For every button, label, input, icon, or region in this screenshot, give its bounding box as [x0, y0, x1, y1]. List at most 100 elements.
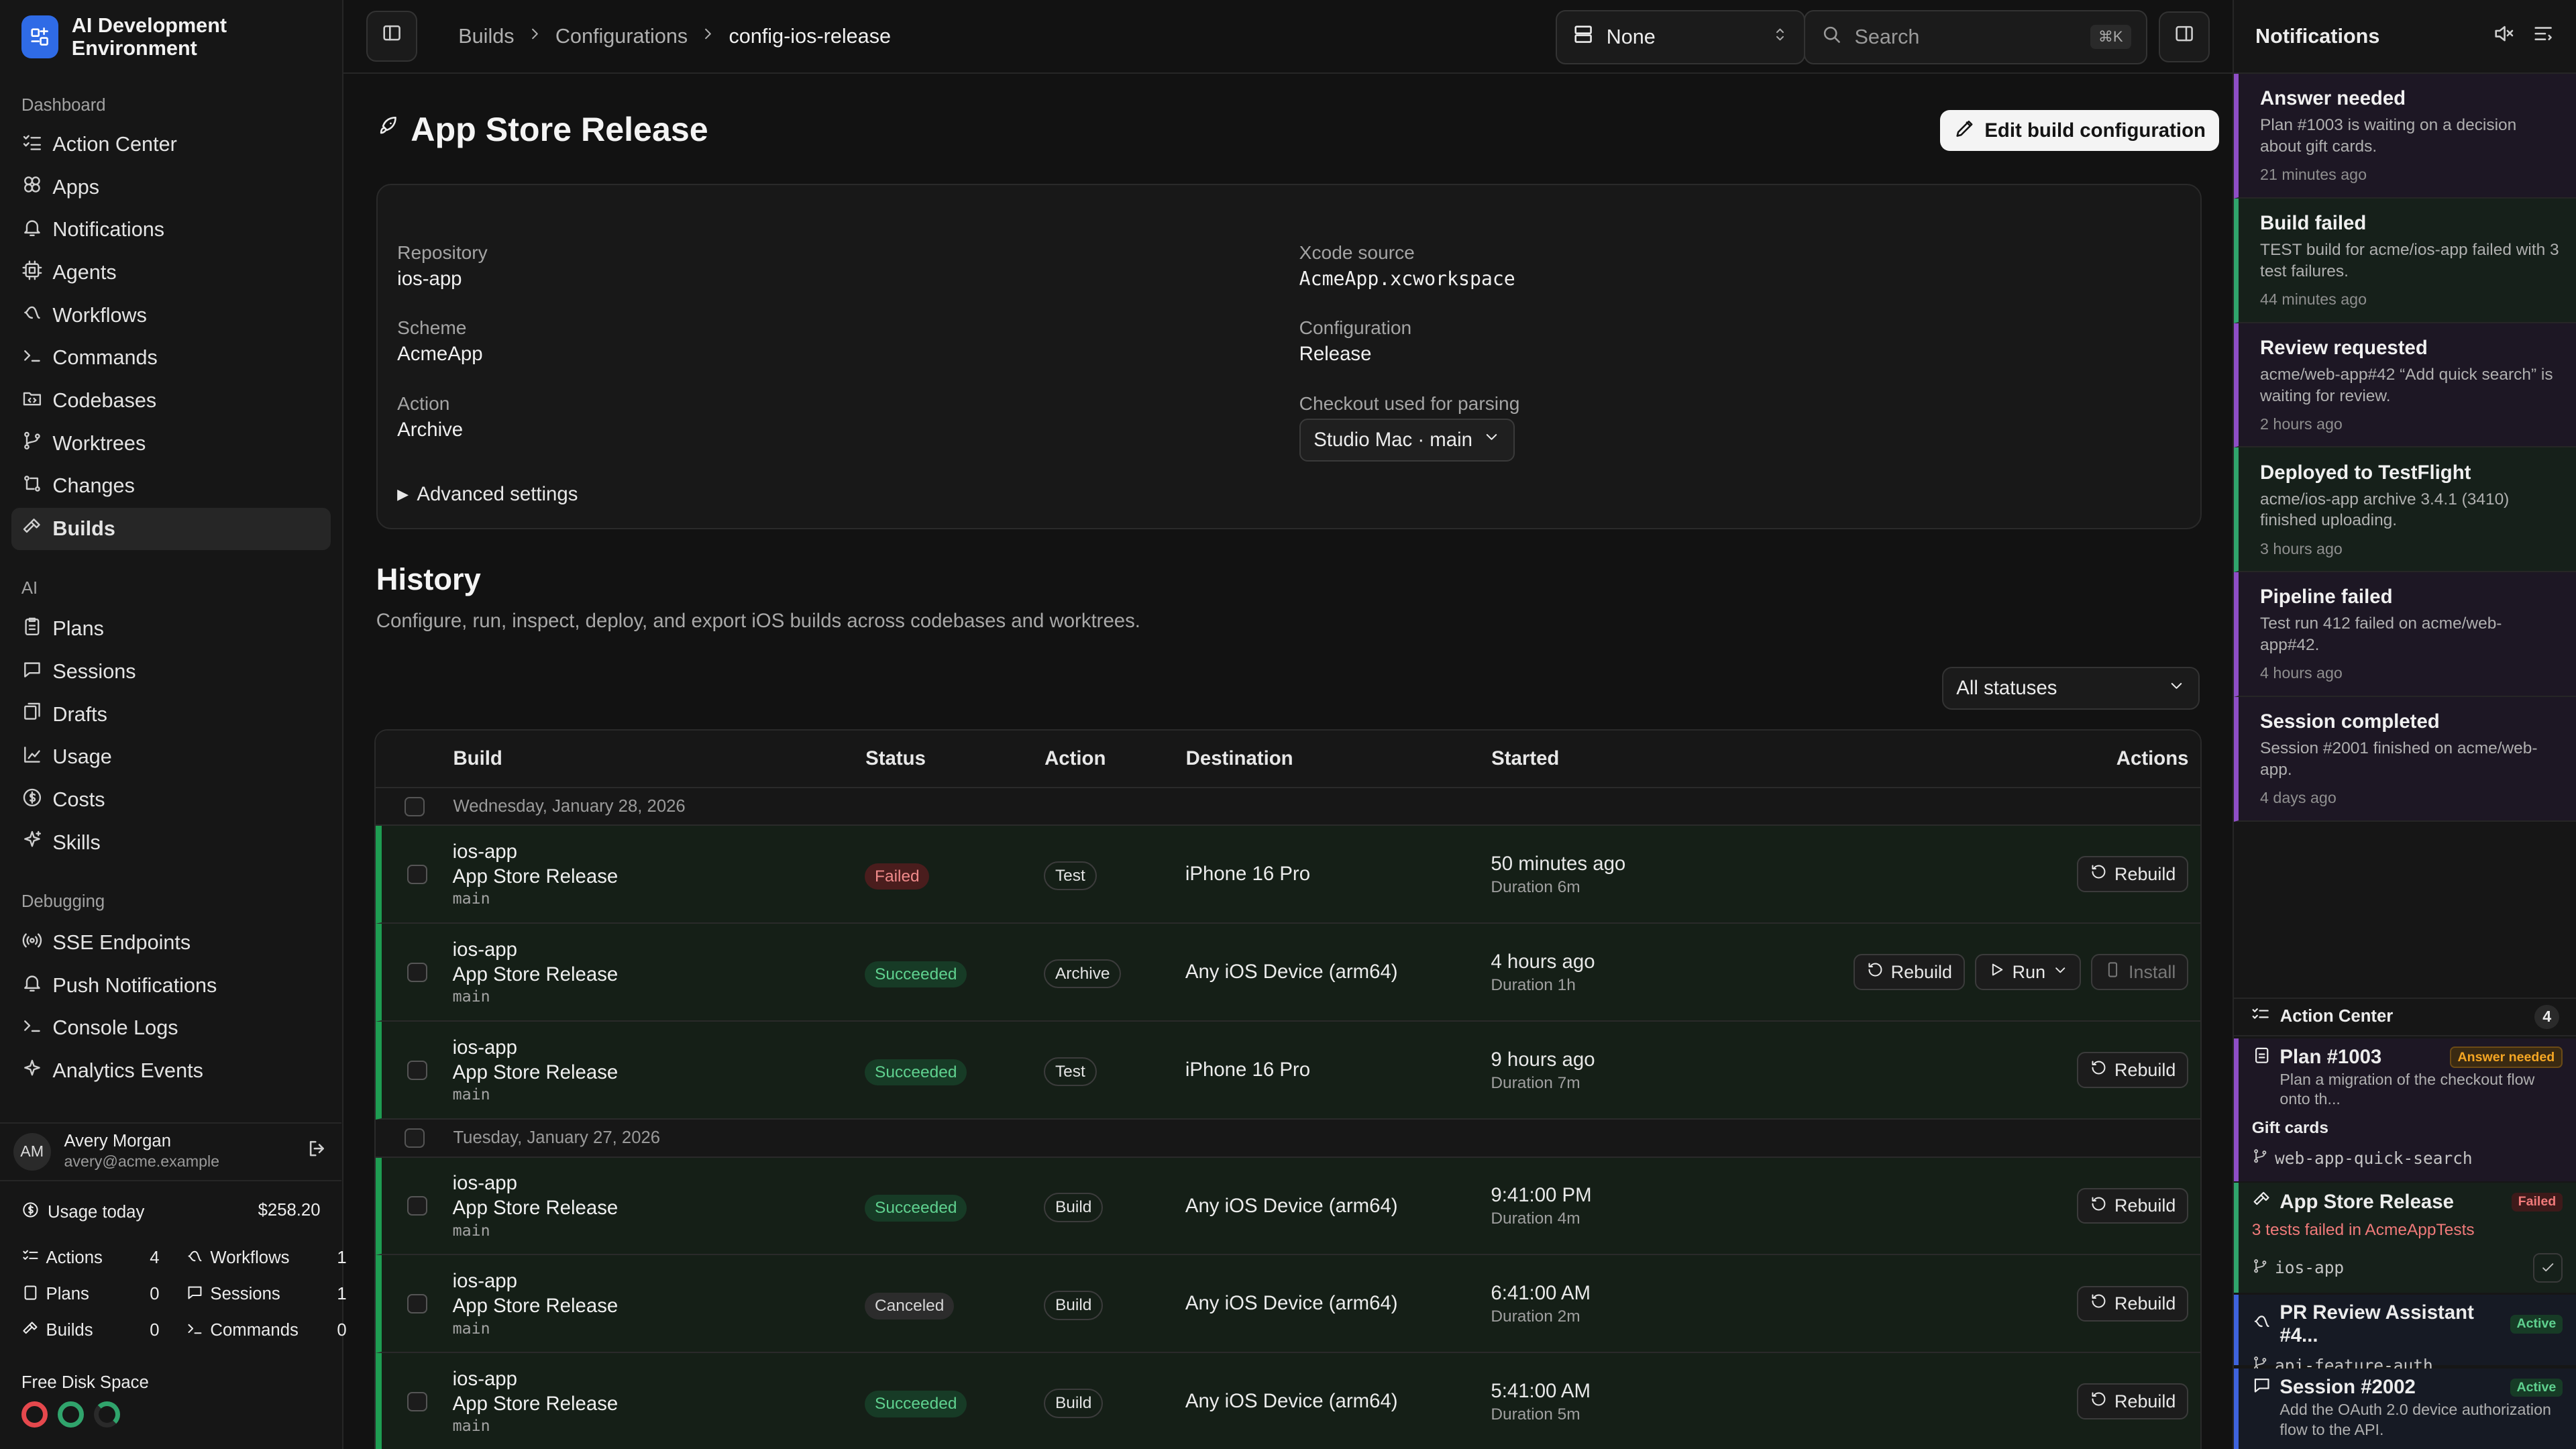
- notification-title: Answer needed: [2260, 87, 2406, 110]
- stat-label: Workflows: [210, 1248, 290, 1268]
- row-checkbox[interactable]: [407, 1060, 427, 1080]
- stat-value: 0: [150, 1321, 160, 1340]
- col-destination[interactable]: Destination: [1186, 747, 1492, 770]
- group-checkbox-cell: [376, 1128, 453, 1148]
- mute-icon[interactable]: [2492, 22, 2515, 50]
- row-checkbox-cell: [382, 1060, 452, 1080]
- group-checkbox[interactable]: [405, 1128, 425, 1148]
- rebuild-button[interactable]: Rebuild: [2077, 1187, 2189, 1224]
- run-button[interactable]: Run: [1974, 954, 2082, 991]
- sidebar-item-drafts[interactable]: Drafts: [11, 693, 331, 736]
- sidebar-item-workflows[interactable]: Workflows: [11, 294, 331, 337]
- row-checkbox[interactable]: [407, 1293, 427, 1314]
- sidebar-item-builds[interactable]: Builds: [11, 507, 331, 551]
- sidebar-item-changes[interactable]: Changes: [11, 465, 331, 508]
- usage-stats: Actions 4 Workflows 1 Plans 0 Sessions 1 Bui…: [21, 1245, 347, 1344]
- topbar: Builds Configurations config-ios-release…: [343, 0, 2233, 74]
- brand[interactable]: AI Development Environment: [0, 0, 342, 74]
- advanced-settings-toggle[interactable]: ▶ Advanced settings: [397, 483, 578, 506]
- rebuild-button[interactable]: Rebuild: [2077, 856, 2189, 893]
- disk-ring: [21, 1401, 48, 1428]
- row-checkbox[interactable]: [407, 864, 427, 885]
- table-row[interactable]: ios-app App Store Release main Succeeded…: [376, 1353, 2200, 1449]
- col-action[interactable]: Action: [1044, 747, 1186, 770]
- sidebar-item-codebases[interactable]: Codebases: [11, 380, 331, 423]
- table-row[interactable]: ios-app App Store Release main Succeeded…: [376, 1022, 2200, 1120]
- pencil-icon: [1953, 117, 1976, 145]
- table-row[interactable]: ios-app App Store Release main Succeeded…: [376, 1157, 2200, 1256]
- table-row[interactable]: ios-app App Store Release main Failed Te…: [376, 826, 2200, 924]
- col-started[interactable]: Started: [1491, 747, 1820, 770]
- check-icon[interactable]: [2532, 1252, 2563, 1283]
- sidebar-item-apps[interactable]: Apps: [11, 166, 331, 209]
- rebuild-button[interactable]: Rebuild: [2077, 1052, 2189, 1089]
- action-item-pr-review[interactable]: PR Review Assistant #4... Active api-fea…: [2234, 1294, 2576, 1375]
- chart-icon: [21, 744, 43, 771]
- sidebar-item-sse-endpoints[interactable]: SSE Endpoints: [11, 922, 331, 965]
- sidebar-item-analytics-events[interactable]: Analytics Events: [11, 1050, 331, 1093]
- action-item-build[interactable]: App Store Release Failed 3 tests failed …: [2234, 1183, 2576, 1293]
- row-checkbox[interactable]: [407, 1195, 427, 1216]
- edit-build-configuration-button[interactable]: Edit build configuration: [1940, 110, 2219, 152]
- sidebar-item-usage[interactable]: Usage: [11, 736, 331, 779]
- sidebar-item-notifications[interactable]: Notifications: [11, 209, 331, 252]
- action-center-header[interactable]: Action Center 4: [2234, 997, 2576, 1037]
- sidebar-item-sessions[interactable]: Sessions: [11, 651, 331, 694]
- sidebar-item-agents[interactable]: Agents: [11, 252, 331, 294]
- history-subtitle: Configure, run, inspect, deploy, and exp…: [376, 609, 1140, 632]
- group-checkbox[interactable]: [405, 796, 425, 816]
- workspace-selector[interactable]: None: [1556, 9, 1806, 64]
- notification-desc: acme/web-app#42 “Add quick search” is wa…: [2260, 365, 2553, 405]
- sidebar-item-action-center[interactable]: Action Center: [11, 123, 331, 166]
- notification-item[interactable]: Review requested acme/web-app#42 “Add qu…: [2234, 323, 2576, 448]
- rebuild-button[interactable]: Rebuild: [2077, 1383, 2189, 1420]
- status-filter-dropdown[interactable]: All statuses: [1941, 667, 2200, 710]
- rebuild-button[interactable]: Rebuild: [1853, 954, 1966, 991]
- install-button[interactable]: Install: [2091, 954, 2189, 991]
- table-row[interactable]: ios-app App Store Release main Succeeded…: [376, 924, 2200, 1022]
- actions-cell: Rebuild: [1819, 1383, 2200, 1420]
- button-label: Rebuild: [2114, 1391, 2176, 1411]
- breadcrumb-builds[interactable]: Builds: [458, 25, 514, 48]
- sidebar-item-plans[interactable]: Plans: [11, 608, 331, 651]
- sidebar-item-worktrees[interactable]: Worktrees: [11, 422, 331, 465]
- disk-ring: [93, 1401, 120, 1428]
- user-profile[interactable]: AM Avery Morgan avery@acme.example: [0, 1122, 342, 1181]
- logout-icon[interactable]: [306, 1137, 329, 1167]
- build-cell: ios-app App Store Release main: [453, 1269, 865, 1338]
- list-settings-icon[interactable]: [2532, 22, 2555, 50]
- notification-item[interactable]: Build failed TEST build for acme/ios-app…: [2234, 198, 2576, 323]
- notification-item[interactable]: Session completed Session #2001 finished…: [2234, 696, 2576, 822]
- sidebar-item-commands[interactable]: Commands: [11, 337, 331, 380]
- build-name[interactable]: App Store Release: [453, 1294, 865, 1319]
- sidebar-item-skills[interactable]: Skills: [11, 821, 331, 864]
- table-row[interactable]: ios-app App Store Release main Canceled …: [376, 1255, 2200, 1354]
- sidebar-item-console-logs[interactable]: Console Logs: [11, 1007, 331, 1050]
- action-item-session[interactable]: Session #2002 Active Add the OAuth 2.0 d…: [2234, 1368, 2576, 1449]
- rebuild-button[interactable]: Rebuild: [2077, 1285, 2189, 1322]
- col-status[interactable]: Status: [865, 747, 1044, 770]
- sidebar-item-push-notifications[interactable]: Push Notifications: [11, 964, 331, 1007]
- build-name[interactable]: App Store Release: [453, 1392, 865, 1417]
- toggle-sidebar-button[interactable]: [366, 11, 418, 62]
- sidebar-item-costs[interactable]: Costs: [11, 779, 331, 822]
- col-build[interactable]: Build: [453, 747, 865, 770]
- build-name[interactable]: App Store Release: [453, 1061, 865, 1085]
- sidebar-item-label: Worktrees: [52, 431, 146, 455]
- action-item-plan[interactable]: Plan #1003 Answer needed Plan a migratio…: [2234, 1038, 2576, 1181]
- row-checkbox[interactable]: [407, 962, 427, 982]
- notification-item[interactable]: Deployed to TestFlight acme/ios-app arch…: [2234, 447, 2576, 573]
- breadcrumb-configurations[interactable]: Configurations: [555, 25, 688, 48]
- build-name[interactable]: App Store Release: [453, 865, 865, 890]
- notification-item[interactable]: Pipeline failed Test run 412 failed on a…: [2234, 572, 2576, 697]
- destination-cell: iPhone 16 Pro: [1185, 1059, 1311, 1081]
- build-name[interactable]: App Store Release: [453, 1196, 865, 1221]
- search-input[interactable]: Search ⌘K: [1803, 9, 2147, 64]
- build-name[interactable]: App Store Release: [453, 963, 865, 987]
- row-checkbox[interactable]: [407, 1391, 427, 1412]
- toggle-notifications-button[interactable]: [2158, 11, 2210, 63]
- server-icon: [1572, 23, 1595, 51]
- checkout-dropdown[interactable]: Studio Mac · main: [1299, 419, 1515, 462]
- notification-item[interactable]: Answer needed Plan #1003 is waiting on a…: [2234, 74, 2576, 199]
- started-time: 6:41:00 AM: [1491, 1281, 1591, 1304]
